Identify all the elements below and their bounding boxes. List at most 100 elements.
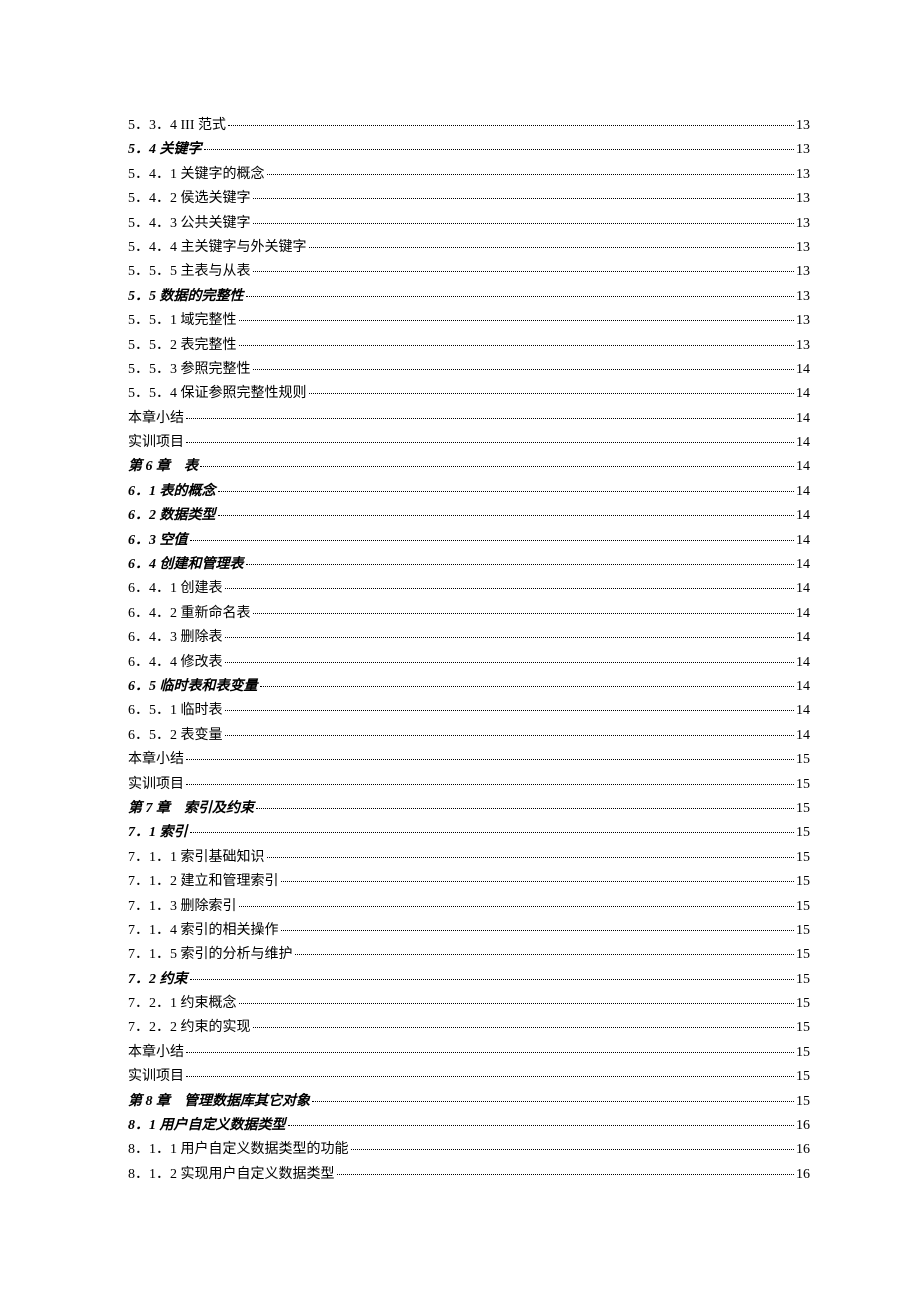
toc-entry: 7．1．2 建立和管理索引 15 [128, 874, 810, 891]
toc-page: 13 [796, 289, 810, 306]
toc-label: 6．4．2 重新命名表 [128, 606, 251, 623]
toc-page: 14 [796, 411, 810, 428]
toc-entry: 6．5．1 临时表14 [128, 703, 810, 720]
toc-page: 14 [796, 484, 810, 501]
toc-leader [186, 418, 794, 419]
toc-leader [267, 857, 795, 858]
toc-leader [225, 735, 795, 736]
toc-label: 6．1 表的概念 [128, 484, 216, 501]
toc-page: 14 [796, 581, 810, 598]
toc-label: 7．1 索引 [128, 825, 188, 842]
toc-leader [281, 881, 795, 882]
toc-entry: 5．5．1 域完整性13 [128, 313, 810, 330]
toc-entry: 5．4．2 侯选关键字13 [128, 191, 810, 208]
toc-page: 14 [796, 606, 810, 623]
toc-entry: 实训项目14 [128, 435, 810, 452]
toc-page: 13 [796, 216, 810, 233]
toc-page: 13 [796, 142, 810, 159]
toc-entry: 第 8 章 管理数据库其它对象15 [128, 1094, 810, 1111]
toc-page: 14 [796, 703, 810, 720]
toc-label: 5．5．4 保证参照完整性规则 [128, 386, 307, 403]
toc-page: 15 [796, 1020, 810, 1037]
toc-entry: 5．3．4 III 范式13 [128, 118, 810, 135]
toc-page: 15 [796, 801, 810, 818]
toc-leader [309, 393, 795, 394]
toc-label: 6．4 创建和管理表 [128, 557, 244, 574]
toc-page: 16 [796, 1118, 810, 1135]
table-of-contents: 5．3．4 III 范式135．4 关键字135．4．1 关键字的概念135．4… [128, 118, 810, 1184]
toc-leader [190, 540, 795, 541]
toc-page: 15 [796, 850, 810, 867]
toc-entry: 第 7 章 索引及约束 15 [128, 801, 810, 818]
toc-label: 5．4 关键字 [128, 142, 202, 159]
toc-leader [253, 271, 795, 272]
toc-label: 6．4．1 创建表 [128, 581, 223, 598]
toc-label: 5．4．2 侯选关键字 [128, 191, 251, 208]
toc-entry: 8．1 用户自定义数据类型 16 [128, 1118, 810, 1135]
toc-leader [312, 1101, 794, 1102]
toc-page: 15 [796, 874, 810, 891]
toc-page: 16 [796, 1167, 810, 1184]
toc-entry: 本章小结15 [128, 1045, 810, 1062]
toc-label: 实训项目 [128, 435, 184, 452]
toc-entry: 5．4．1 关键字的概念 13 [128, 167, 810, 184]
toc-page: 13 [796, 264, 810, 281]
toc-leader [239, 1003, 795, 1004]
toc-leader [281, 930, 795, 931]
toc-label: 5．5．2 表完整性 [128, 338, 237, 355]
toc-page: 13 [796, 313, 810, 330]
toc-page: 15 [796, 777, 810, 794]
toc-entry: 8．1．2 实现用户自定义数据类型16 [128, 1167, 810, 1184]
toc-page: 15 [796, 1094, 810, 1111]
toc-page: 14 [796, 679, 810, 696]
toc-page: 14 [796, 728, 810, 745]
toc-label: 6．5．2 表变量 [128, 728, 223, 745]
toc-label: 7．2．1 约束概念 [128, 996, 237, 1013]
toc-label: 实训项目 [128, 777, 184, 794]
toc-label: 8．1．1 用户自定义数据类型的功能 [128, 1142, 349, 1159]
toc-page: 14 [796, 630, 810, 647]
toc-page: 13 [796, 167, 810, 184]
toc-entry: 8．1．1 用户自定义数据类型的功能16 [128, 1142, 810, 1159]
toc-entry: 实训项目15 [128, 1069, 810, 1086]
toc-leader [267, 174, 795, 175]
toc-label: 7．2 约束 [128, 972, 188, 989]
toc-leader [186, 442, 794, 443]
toc-entry: 5．5．5 主表与从表 13 [128, 264, 810, 281]
toc-label: 7．1．2 建立和管理索引 [128, 874, 279, 891]
toc-entry: 5．4．4 主关键字与外关键字13 [128, 240, 810, 257]
toc-label: 5．5．5 主表与从表 [128, 264, 251, 281]
toc-page: 15 [796, 996, 810, 1013]
toc-leader [186, 759, 794, 760]
toc-label: 本章小结 [128, 1045, 184, 1062]
toc-entry: 7．2．1 约束概念 15 [128, 996, 810, 1013]
toc-entry: 6．4．4 修改表14 [128, 655, 810, 672]
toc-label: 5．5 数据的完整性 [128, 289, 244, 306]
toc-label: 5．4．1 关键字的概念 [128, 167, 265, 184]
toc-page: 13 [796, 240, 810, 257]
toc-entry: 7．1．3 删除索引15 [128, 899, 810, 916]
toc-leader [288, 1125, 795, 1126]
toc-leader [239, 345, 795, 346]
toc-label: 7．1．3 删除索引 [128, 899, 237, 916]
toc-page: 14 [796, 533, 810, 550]
toc-leader [260, 686, 795, 687]
toc-leader [186, 1076, 794, 1077]
toc-label: 第 7 章 索引及约束 [128, 801, 254, 818]
toc-entry: 7．2．2 约束的实现15 [128, 1020, 810, 1037]
toc-label: 8．1 用户自定义数据类型 [128, 1118, 286, 1135]
toc-page: 15 [796, 1069, 810, 1086]
toc-leader [228, 125, 794, 126]
toc-leader [225, 710, 795, 711]
toc-label: 5．4．3 公共关键字 [128, 216, 251, 233]
toc-label: 5．5．3 参照完整性 [128, 362, 251, 379]
toc-page: 14 [796, 557, 810, 574]
toc-leader [256, 808, 794, 809]
toc-entry: 6．4．2 重新命名表 14 [128, 606, 810, 623]
toc-label: 7．1．5 索引的分析与维护 [128, 947, 293, 964]
toc-entry: 6．4．1 创建表 14 [128, 581, 810, 598]
toc-leader [253, 369, 795, 370]
toc-leader [309, 247, 795, 248]
toc-leader [253, 1027, 795, 1028]
toc-leader [225, 637, 795, 638]
